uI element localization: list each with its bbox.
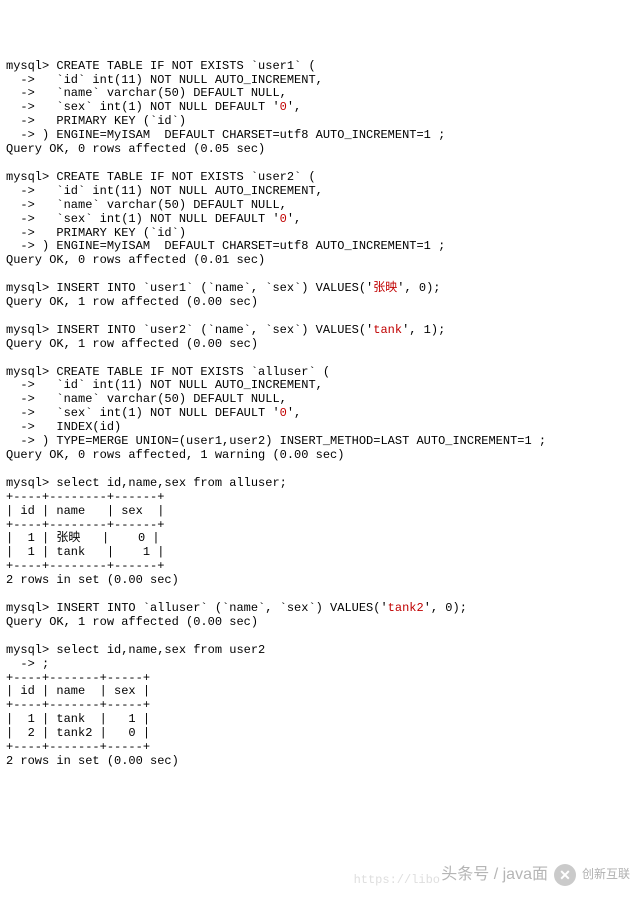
- line: mysql> INSERT INTO `alluser` (`name`, `s…: [6, 601, 467, 615]
- query-result: Query OK, 1 row affected (0.00 sec): [6, 295, 258, 309]
- line: mysql> INSERT INTO `user1` (`name`, `sex…: [6, 281, 441, 295]
- line: -> `name` varchar(50) DEFAULT NULL,: [6, 392, 287, 406]
- watermark: 头条号 / java面 ✕ 创新互联: [441, 864, 630, 886]
- line: -> `id` int(11) NOT NULL AUTO_INCREMENT,: [6, 73, 323, 87]
- line: -> `sex` int(1) NOT NULL DEFAULT '0',: [6, 100, 301, 114]
- query-result: 2 rows in set (0.00 sec): [6, 754, 179, 768]
- table-header: | id | name | sex |: [6, 504, 164, 518]
- watermark-text: 头条号 / java面: [441, 866, 548, 885]
- line: -> `name` varchar(50) DEFAULT NULL,: [6, 198, 287, 212]
- query-result: Query OK, 0 rows affected (0.05 sec): [6, 142, 265, 156]
- line: mysql> select id,name,sex from user2: [6, 643, 265, 657]
- table-border: +----+--------+------+: [6, 490, 164, 504]
- logo-icon: ✕: [554, 864, 576, 886]
- url-watermark: https://libo: [354, 874, 440, 888]
- line: mysql> select id,name,sex from alluser;: [6, 476, 287, 490]
- table-border: +----+--------+------+: [6, 518, 164, 532]
- line: -> PRIMARY KEY (`id`): [6, 114, 186, 128]
- line: mysql> INSERT INTO `user2` (`name`, `sex…: [6, 323, 445, 337]
- line: -> `id` int(11) NOT NULL AUTO_INCREMENT,: [6, 184, 323, 198]
- table-row: | 2 | tank2 | 0 |: [6, 726, 150, 740]
- table-row: | 1 | tank | 1 |: [6, 545, 164, 559]
- table-border: +----+-------+-----+: [6, 698, 150, 712]
- query-result: Query OK, 1 row affected (0.00 sec): [6, 615, 258, 629]
- line: -> ) ENGINE=MyISAM DEFAULT CHARSET=utf8 …: [6, 239, 445, 253]
- table-border: +----+--------+------+: [6, 559, 164, 573]
- line: -> `sex` int(1) NOT NULL DEFAULT '0',: [6, 406, 301, 420]
- line: -> `sex` int(1) NOT NULL DEFAULT '0',: [6, 212, 301, 226]
- line: mysql> CREATE TABLE IF NOT EXISTS `user2…: [6, 170, 316, 184]
- line: -> `name` varchar(50) DEFAULT NULL,: [6, 86, 287, 100]
- line: -> ) ENGINE=MyISAM DEFAULT CHARSET=utf8 …: [6, 128, 445, 142]
- table-border: +----+-------+-----+: [6, 671, 150, 685]
- table-border: +----+-------+-----+: [6, 740, 150, 754]
- query-result: Query OK, 0 rows affected, 1 warning (0.…: [6, 448, 344, 462]
- line: -> `id` int(11) NOT NULL AUTO_INCREMENT,: [6, 378, 323, 392]
- query-result: Query OK, 1 row affected (0.00 sec): [6, 337, 258, 351]
- query-result: 2 rows in set (0.00 sec): [6, 573, 179, 587]
- line: mysql> CREATE TABLE IF NOT EXISTS `allus…: [6, 365, 330, 379]
- line: -> ;: [6, 657, 49, 671]
- line: mysql> CREATE TABLE IF NOT EXISTS `user1…: [6, 59, 316, 73]
- line: -> PRIMARY KEY (`id`): [6, 226, 186, 240]
- table-header: | id | name | sex |: [6, 684, 150, 698]
- line: -> INDEX(id): [6, 420, 121, 434]
- watermark-brand: 创新互联: [582, 868, 630, 882]
- query-result: Query OK, 0 rows affected (0.01 sec): [6, 253, 265, 267]
- terminal-output: mysql> CREATE TABLE IF NOT EXISTS `user1…: [6, 60, 634, 783]
- line: -> ) TYPE=MERGE UNION=(user1,user2) INSE…: [6, 434, 546, 448]
- table-row: | 1 | tank | 1 |: [6, 712, 150, 726]
- table-row: | 1 | 张映 | 0 |: [6, 531, 160, 545]
